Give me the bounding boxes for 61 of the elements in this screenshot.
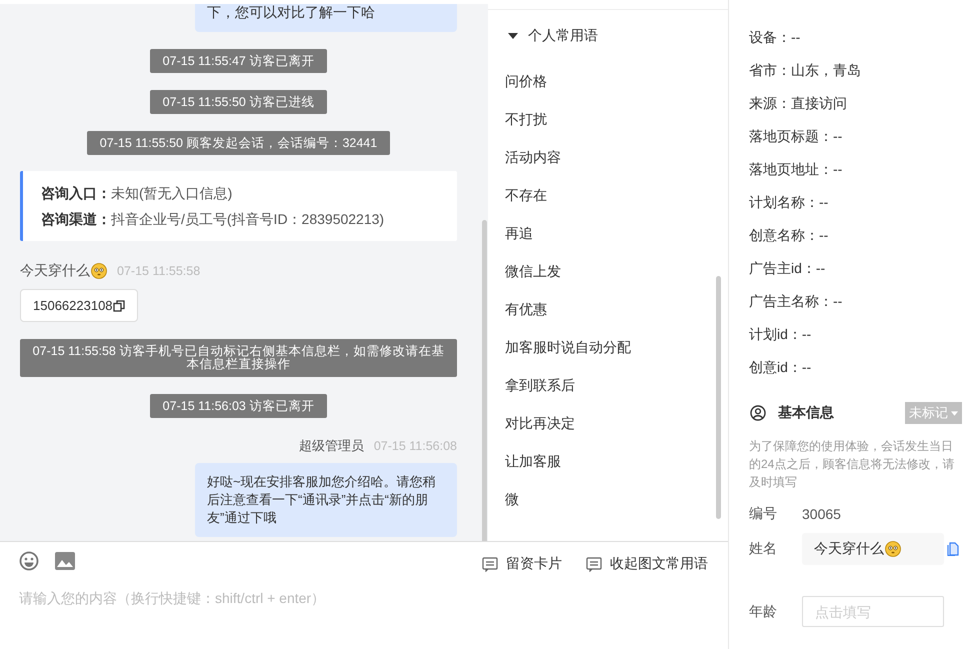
copy-icon[interactable] [112,300,125,312]
entry-value: 未知(暂无入口信息) [111,185,232,201]
emoji-face-icon [885,541,901,557]
system-notice: 07-15 11:55:50 顾客发起会话，会话编号：32441 [86,131,390,155]
source-info-row-text: 广告主名称：-- [749,292,844,311]
caret-icon[interactable] [508,33,518,39]
source-info-row-text: 创意id：-- [749,358,812,377]
source-info-row-text: 计划名称：-- [749,193,830,212]
phrase-item[interactable]: 问价格 [505,62,728,100]
source-info-row-text: 省市：山东，青岛 [749,61,862,80]
source-info-row-text: 设备：-- [749,28,802,47]
phrase-item[interactable]: 不存在 [505,176,728,214]
phone-card[interactable]: 15066223108 [20,289,138,322]
system-notice: 07-15 11:56:03 访客已离开 [150,394,328,418]
message-icon [482,556,498,572]
composer-button[interactable]: 留资卡片 [482,555,562,573]
phrase-item[interactable]: 有优惠 [505,290,728,328]
source-info-row-text: 落地页地址：-- [749,160,844,179]
section-title: 基本信息 [778,404,834,422]
phrase-item[interactable]: 不打扰 [505,100,728,138]
source-info-row-text: 落地页标题：-- [749,127,844,146]
entry-label: 咨询入口： [41,185,111,201]
phrase-item[interactable]: 微信上发 [505,252,728,290]
phrase-item[interactable]: 让加客服 [505,442,728,480]
image-icon[interactable] [55,552,75,570]
message-bubble: 好哒~现在安排客服加您介绍哈。请您稍后注意查看一下“通讯录”并点击“新的朋友”通过下哦 [195,463,457,537]
scrollbar-thumb[interactable] [482,220,487,541]
phrase-item[interactable]: 微 [505,480,728,518]
scrollbar-thumb[interactable] [716,276,721,519]
field-label: 年龄 [749,602,778,620]
phrase-group-header[interactable]: 个人常用语 [505,10,728,62]
field-label: 编号 [749,505,778,523]
phrase-item[interactable]: 拿到联系后 [505,366,728,404]
caret-icon [951,410,958,416]
source-info-row-text: 计划id：-- [749,325,812,344]
composer-button[interactable]: 收起图文常用语 [586,555,708,573]
name-field[interactable]: 今天穿什么 [802,533,944,565]
entry-value: 抖音企业号/员工号(抖音号ID：2839502213) [111,211,384,227]
field-value: 30065 [802,506,841,522]
system-notice: 07-15 11:55:47 访客已离开 [150,49,328,73]
message-time: 07-15 11:55:58 [117,264,200,278]
phrase-item[interactable]: 加客服时说自动分配 [505,328,728,366]
system-notice: 07-15 11:55:50 访客已进线 [150,90,328,114]
phrase-item[interactable]: 对比再决定 [505,404,728,442]
phrase-item[interactable]: 再追 [505,214,728,252]
source-info-row-text: 广告主id：-- [749,259,826,278]
notice-text: 为了保障您的使用体验，会话发生当日的24点之后，顾客信息将无法修改，请及时填写 [749,438,956,491]
source-info-row-text: 来源：直接访问 [749,94,848,113]
agent-name: 超级管理员 [298,437,364,455]
field-label: 姓名 [749,540,778,558]
smiley-icon[interactable] [19,551,39,571]
source-info-row-text: 创意名称：-- [749,226,830,245]
message-time: 07-15 11:56:08 [374,439,457,453]
emoji-face-icon [91,263,107,279]
phrase-item[interactable]: 活动内容 [505,138,728,176]
user-circle-icon [750,405,766,421]
message-icon [586,556,602,572]
entry-label: 咨询渠道： [41,211,111,227]
message-bubble: 下，您可以对比了解一下哈 [195,4,457,32]
visitor-name: 今天穿什么 [20,262,90,280]
system-notice: 07-15 11:55:58 访客手机号已自动标记右侧基本信息栏，如需修改请在基本信息栏直接操作 [20,339,457,377]
